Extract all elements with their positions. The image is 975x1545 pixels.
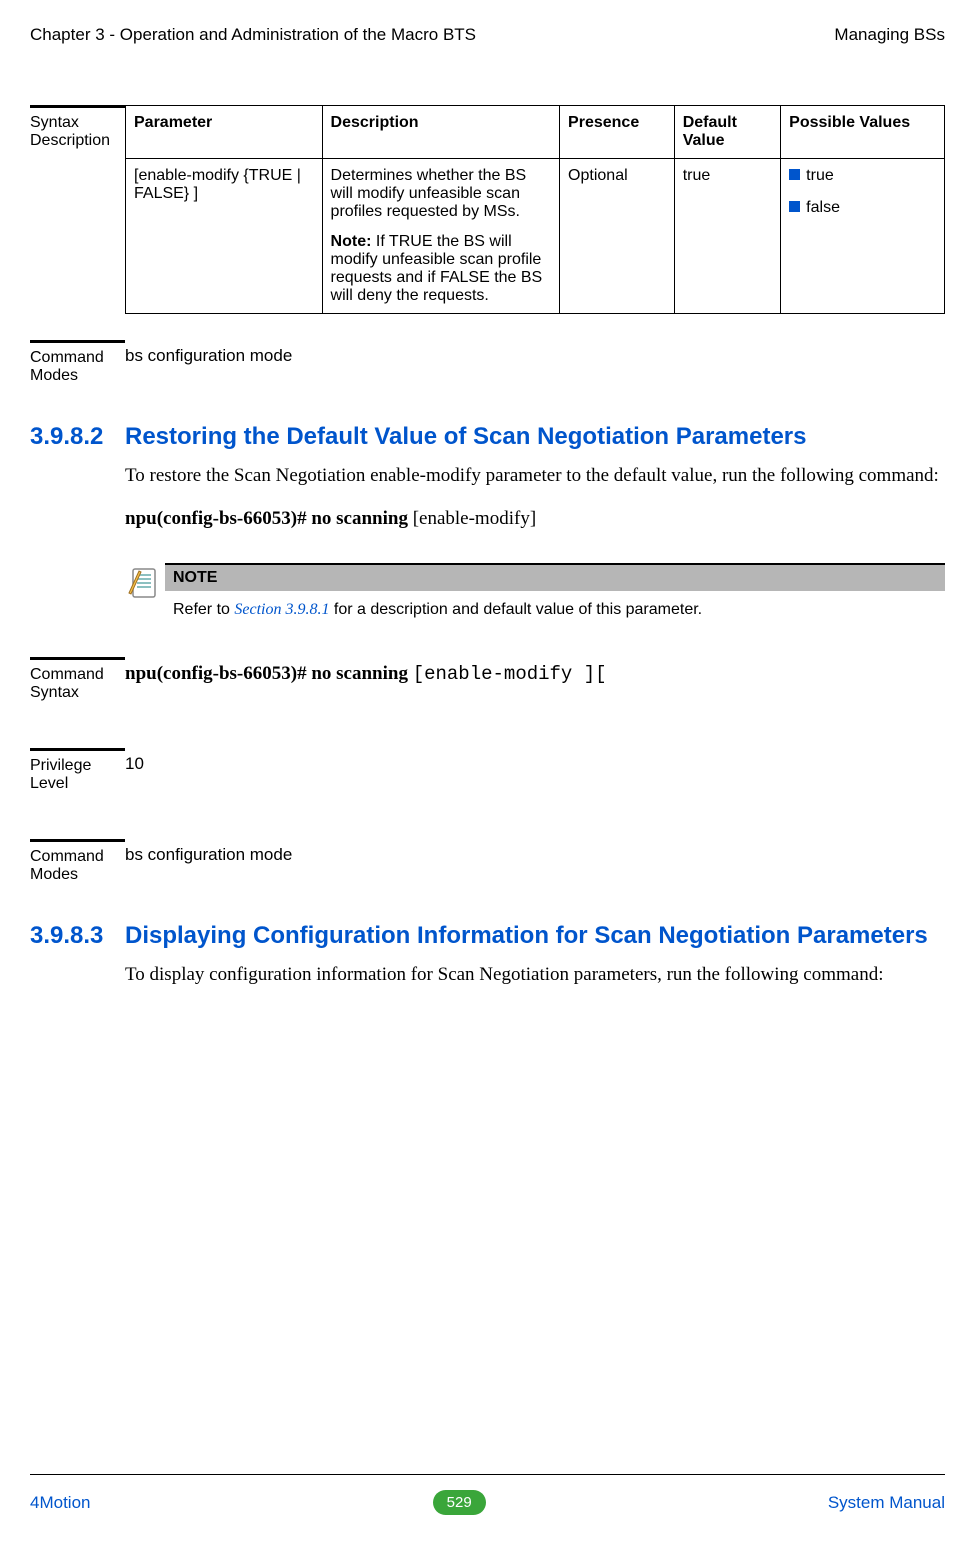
footer-right: System Manual — [828, 1493, 945, 1513]
command-modes-value: bs configuration mode — [125, 346, 292, 365]
cell-description-note-label: Note: — [331, 233, 372, 250]
section-title: Restoring the Default Value of Scan Nego… — [125, 421, 945, 452]
syntax-description-label: Syntax Description — [30, 105, 125, 314]
note-block: NOTE Refer to Section 3.9.8.1 for a desc… — [125, 563, 945, 623]
note-content: Refer to Section 3.9.8.1 for a descripti… — [165, 591, 945, 623]
section-body: To display configuration information for… — [125, 961, 945, 990]
footer-left: 4Motion — [30, 1493, 90, 1513]
pv-true: true — [806, 167, 834, 184]
header-left: Chapter 3 - Operation and Administration… — [30, 25, 476, 45]
th-default-value: Default Value — [674, 106, 780, 159]
privilege-level-value: 10 — [125, 754, 144, 773]
cell-default: true — [674, 159, 780, 314]
cell-parameter: [enable-modify {TRUE | FALSE} ] — [126, 159, 323, 314]
privilege-level-label: Privilege Level — [30, 748, 125, 793]
footer: 4Motion 529 System Manual — [30, 1490, 945, 1515]
note-header: NOTE — [165, 565, 945, 591]
running-header: Chapter 3 - Operation and Administration… — [30, 25, 945, 45]
page-number: 529 — [433, 1490, 486, 1515]
square-bullet-icon — [789, 201, 800, 212]
command-modes-label: Command Modes — [30, 340, 125, 385]
note-post: for a description and default value of t… — [329, 601, 702, 618]
footer-rule — [30, 1474, 945, 1475]
command-modes-label: Command Modes — [30, 839, 125, 884]
command-modes-value: bs configuration mode — [125, 845, 292, 864]
th-presence: Presence — [560, 106, 675, 159]
cell-description-main: Determines whether the BS will modify un… — [331, 167, 552, 221]
command-syntax-bold: npu(config-bs-66053)# no scanning — [125, 663, 413, 684]
pv-false: false — [806, 199, 840, 216]
cell-possible-values: true false — [781, 159, 945, 314]
section-title: Displaying Configuration Information for… — [125, 920, 945, 951]
th-description: Description — [322, 106, 560, 159]
th-parameter: Parameter — [126, 106, 323, 159]
note-icon — [125, 563, 165, 623]
command-syntax-mono: [enable-modify ][ — [413, 663, 607, 685]
command-tail: [enable-modify] — [408, 508, 536, 529]
command-bold: npu(config-bs-66053)# no scanning — [125, 508, 408, 529]
table-row: [enable-modify {TRUE | FALSE} ] Determin… — [126, 159, 945, 314]
note-pre: Refer to — [173, 601, 234, 618]
note-link[interactable]: Section 3.9.8.1 — [234, 601, 329, 618]
command-syntax-label: Command Syntax — [30, 657, 125, 702]
cell-description: Determines whether the BS will modify un… — [322, 159, 560, 314]
section-body: To restore the Scan Negotiation enable-m… — [125, 462, 945, 491]
section-number: 3.9.8.2 — [30, 421, 125, 623]
square-bullet-icon — [789, 169, 800, 180]
th-possible-values: Possible Values — [781, 106, 945, 159]
header-right: Managing BSs — [834, 25, 945, 45]
syntax-description-table: Parameter Description Presence Default V… — [125, 105, 945, 314]
section-number: 3.9.8.3 — [30, 920, 125, 990]
cell-presence: Optional — [560, 159, 675, 314]
